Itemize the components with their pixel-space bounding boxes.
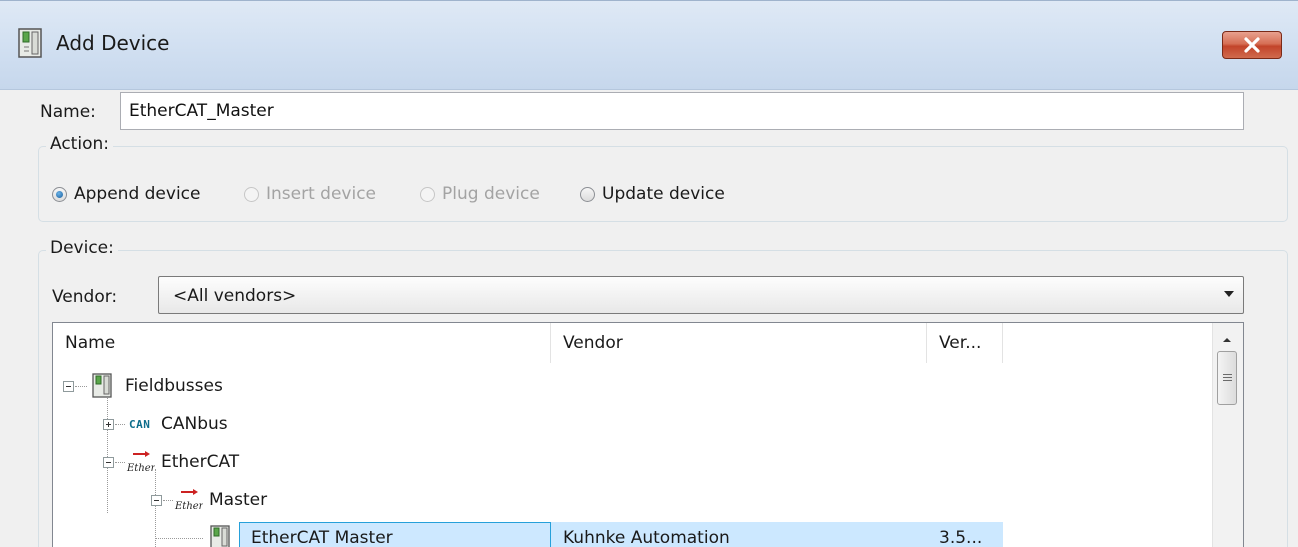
dropdown-arrow-icon [1224, 291, 1234, 297]
tree-item-version: 3.5... [939, 528, 983, 547]
scroll-up-arrow-icon[interactable] [1222, 337, 1232, 343]
tree-item-fieldbusses[interactable]: Fieldbusses [53, 367, 1213, 405]
column-header-vendor[interactable]: Vendor [551, 323, 927, 363]
radio-icon [420, 186, 435, 202]
radio-icon [580, 186, 595, 202]
radio-icon [244, 186, 259, 202]
device-tree[interactable]: Name Vendor Ver... Fieldbusses CAN CANbu… [52, 322, 1244, 547]
tree-item-ethercat[interactable]: EtherCAT EtherCAT [53, 443, 1213, 481]
plug-device-radio: Plug device [420, 184, 540, 204]
tree-item-label: CANbus [161, 414, 228, 434]
close-button[interactable] [1222, 31, 1282, 59]
name-label: Name: [40, 102, 96, 122]
vendor-select[interactable]: <All vendors> [158, 276, 1244, 314]
expand-icon[interactable] [103, 419, 114, 430]
device-icon [210, 525, 230, 547]
update-device-radio[interactable]: Update device [580, 184, 725, 204]
dialog-body: Name: Action: Append device Insert devic… [0, 90, 1298, 547]
tree-item-master[interactable]: EtherCAT Master [53, 481, 1213, 519]
device-legend: Device: [46, 238, 118, 258]
collapse-icon[interactable] [103, 457, 114, 468]
vertical-scrollbar[interactable] [1212, 323, 1243, 547]
update-device-label: Update device [602, 184, 725, 204]
tree-item-vendor: Kuhnke Automation [563, 528, 730, 547]
add-device-dialog: Add Device Name: Action: Append device I… [0, 0, 1298, 547]
tree-item-label: Fieldbusses [125, 376, 223, 396]
ethercat-icon: EtherCAT [126, 451, 155, 474]
title-bar[interactable]: Add Device [0, 1, 1298, 90]
collapse-icon[interactable] [63, 381, 74, 392]
dialog-title: Add Device [56, 31, 170, 55]
insert-device-radio: Insert device [244, 184, 376, 204]
plug-device-label: Plug device [442, 184, 540, 204]
radio-checked-icon [52, 186, 67, 202]
scroll-thumb[interactable] [1217, 351, 1237, 405]
device-icon [18, 28, 42, 58]
tree-item-label: EtherCAT Master [251, 528, 393, 547]
column-header-version[interactable]: Ver... [927, 323, 1003, 363]
svg-text:EtherCAT: EtherCAT [174, 501, 203, 512]
tree-item-label: Master [209, 490, 268, 510]
collapse-icon[interactable] [151, 495, 162, 506]
name-input[interactable] [120, 92, 1244, 130]
append-device-label: Append device [74, 184, 201, 204]
ethercat-icon: EtherCAT [174, 489, 203, 512]
tree-item-label: EtherCAT [161, 452, 240, 472]
svg-text:EtherCAT: EtherCAT [126, 463, 155, 474]
append-device-radio[interactable]: Append device [52, 184, 200, 204]
tree-item-canbus[interactable]: CAN CANbus [53, 405, 1213, 443]
close-icon [1244, 37, 1260, 53]
action-legend: Action: [46, 134, 113, 154]
vendor-label: Vendor: [52, 287, 118, 307]
vendor-selected-value: <All vendors> [173, 286, 297, 306]
column-header-name[interactable]: Name [53, 323, 551, 363]
device-icon [92, 373, 112, 398]
tree-item-ethercat-master[interactable]: EtherCAT Master Kuhnke Automation 3.5... [53, 519, 1213, 547]
insert-device-label: Insert device [266, 184, 377, 204]
can-icon: CAN [129, 418, 151, 431]
